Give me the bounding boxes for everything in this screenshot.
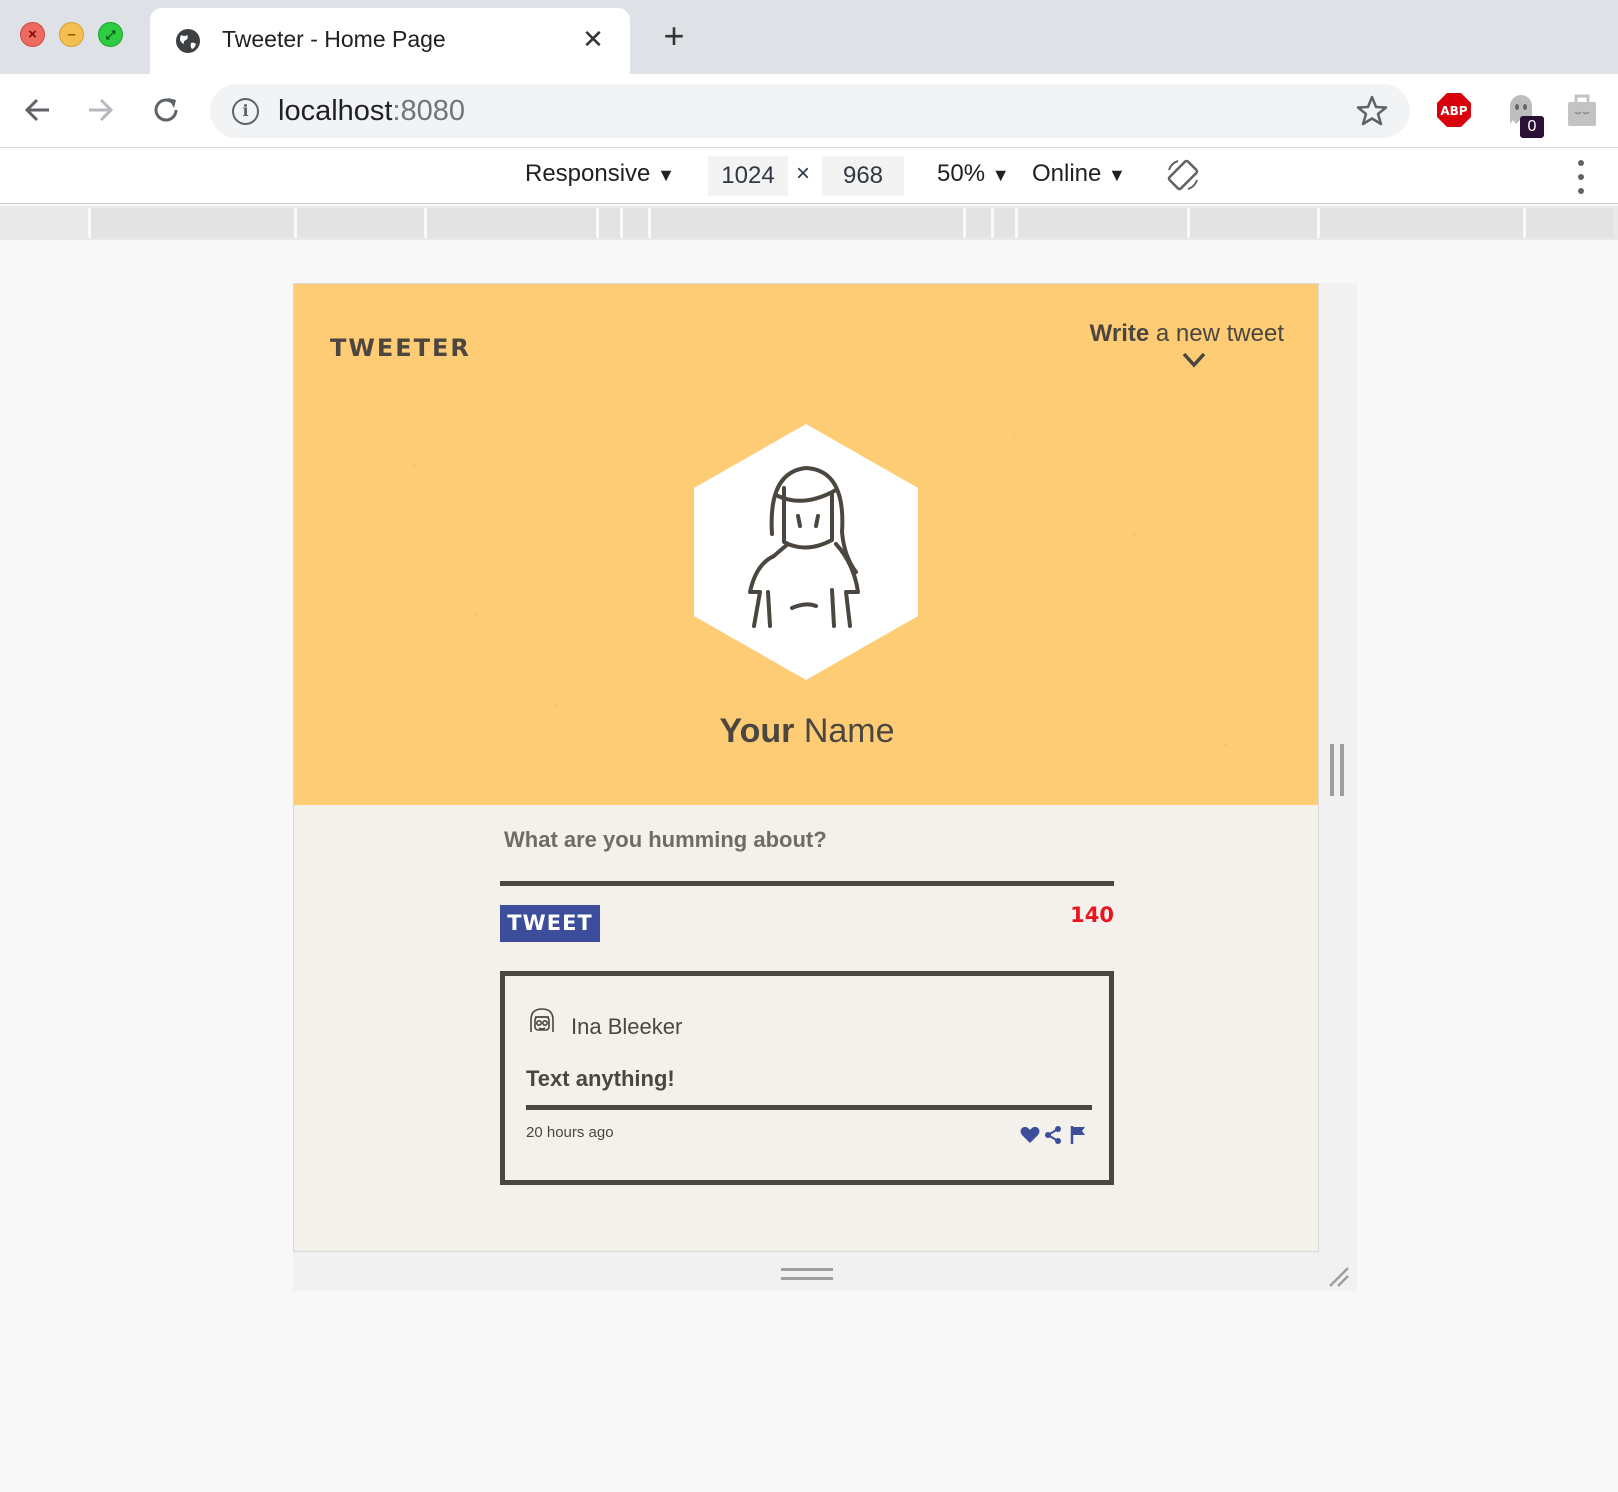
tweet-timestamp: 20 hours ago [526,1124,614,1141]
author-avatar-icon [530,1008,554,1032]
media-query-segment[interactable] [294,208,424,238]
zoom-label: 50% [937,160,986,187]
globe-icon [176,29,200,53]
media-query-segment[interactable] [963,208,991,238]
profile-header: TWEETER Write a new tweet Your Name [294,284,1318,805]
tweet-divider [526,1105,1092,1110]
rotate-icon[interactable] [1166,158,1200,192]
emulated-viewport: TWEETER Write a new tweet Your Name What… [293,283,1319,1252]
media-query-segment[interactable] [1523,208,1613,238]
heart-icon[interactable] [1020,1126,1040,1144]
dimension-separator: × [796,160,811,187]
media-query-bar[interactable] [0,206,1618,240]
url-port: :8080 [392,95,466,127]
media-query-segment[interactable] [991,208,1015,238]
url-text[interactable]: localhost:8080 [278,95,465,128]
chevron-down-icon: ▼ [1108,165,1126,185]
media-query-segment[interactable] [620,208,648,238]
composer-underline [500,881,1114,886]
write-new-tweet-link[interactable]: Write a new tweet [1090,320,1284,348]
extension-bag-icon[interactable] [1566,94,1598,128]
chevron-down-icon[interactable] [1182,352,1206,368]
media-query-segment[interactable] [1187,208,1317,238]
profile-name: Your Name [294,712,1318,751]
tweet-author-name[interactable]: Ina Bleeker [571,1014,682,1040]
adblock-label: ABP [1440,104,1467,118]
resize-corner-icon[interactable] [1324,1262,1350,1288]
address-bar[interactable]: i localhost:8080 [210,84,1410,138]
media-query-segment[interactable] [596,208,620,238]
throttling-dropdown[interactable]: Online ▼ [1032,160,1126,188]
adblock-extension-icon[interactable]: ABP [1436,92,1472,128]
compose-link-bold: Write [1089,320,1150,347]
tab-title: Tweeter - Home Page [222,26,446,52]
window-minimize-button[interactable]: – [59,22,84,47]
media-query-segment[interactable] [648,208,963,238]
media-query-segment[interactable] [1015,208,1187,238]
viewport-resize-handle-right[interactable] [1330,744,1344,796]
back-button[interactable] [18,90,58,130]
media-query-segment[interactable] [88,208,294,238]
profile-name-rest: Name [794,712,895,750]
media-query-segment[interactable] [424,208,596,238]
app-logo[interactable]: TWEETER [330,334,471,362]
window-close-button[interactable]: × [20,22,45,47]
device-mode-label: Responsive [525,160,651,187]
throttling-label: Online [1032,160,1102,187]
compose-link-rest: a new tweet [1149,320,1284,347]
window-maximize-button[interactable]: ⤢ [98,22,123,47]
chevron-down-icon: ▼ [991,165,1010,185]
tweet-actions [1020,1124,1090,1148]
tweet-text: Text anything! [526,1066,675,1091]
reload-button[interactable] [146,90,186,130]
url-host: localhost [278,95,393,127]
avatar [694,424,918,680]
more-options-icon[interactable] [1576,160,1586,194]
character-counter: 140 [1070,903,1114,927]
viewport-height-input[interactable]: 968 [822,156,904,196]
device-mode-dropdown[interactable]: Responsive ▼ [525,160,675,188]
share-icon[interactable] [1044,1125,1062,1145]
viewport-width-input[interactable]: 1024 [708,156,788,196]
profile-name-bold: Your [719,712,795,750]
media-query-segment[interactable] [1317,208,1523,238]
new-tab-plus-icon[interactable]: + [656,18,692,54]
viewport-resize-handle-bottom[interactable] [781,1268,833,1280]
chevron-down-icon: ▼ [657,165,675,185]
browser-toolbar: i localhost:8080 [0,74,1618,148]
browser-tab-strip: × – ⤢ Tweeter - Home Page ✕ + [0,0,1618,74]
tweets-container: What are you humming about? TWEET 140 In… [294,805,1318,1252]
arrow-left-icon [24,98,49,122]
next-tweet-border [500,1251,1114,1252]
browser-tab-active[interactable]: Tweeter - Home Page ✕ [150,8,630,74]
device-toolbar: Responsive ▼ 1024 × 968 50% ▼ Online ▼ [0,148,1618,204]
reload-icon [154,98,178,122]
info-icon[interactable]: i [232,98,259,125]
forward-button[interactable] [80,90,120,130]
tab-close-icon[interactable]: ✕ [580,26,606,52]
arrow-right-icon [89,98,114,122]
tweet-button[interactable]: TWEET [500,905,600,942]
tweet-composer-input[interactable]: What are you humming about? [504,827,827,853]
flag-icon[interactable] [1070,1125,1086,1145]
star-icon[interactable] [1355,94,1389,128]
tweet-card: Ina Bleeker Text anything! 20 hours ago [500,971,1114,1185]
zoom-dropdown[interactable]: 50% ▼ [937,160,1010,188]
ghostery-count-badge: 0 [1520,116,1544,138]
